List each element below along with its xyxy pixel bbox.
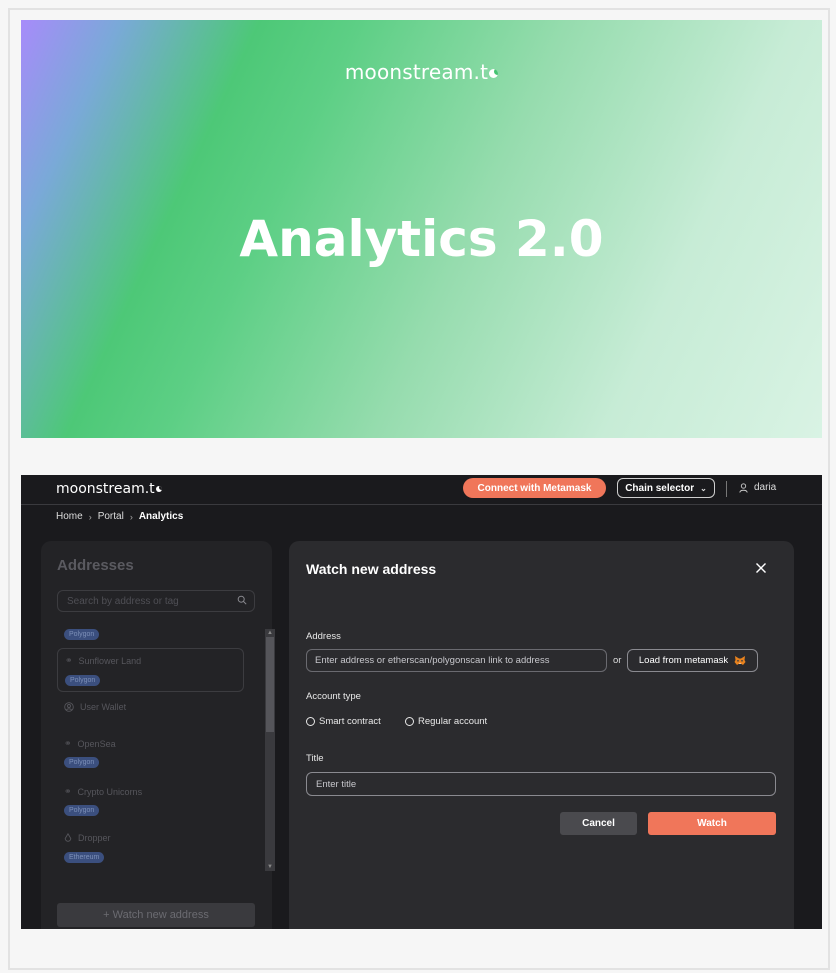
list-item[interactable]: ⚭ OpenSea Polygon bbox=[57, 735, 244, 775]
breadcrumb: Home › Portal › Analytics bbox=[56, 511, 183, 522]
hero-logo-text: moonstream.t bbox=[344, 60, 489, 84]
close-icon[interactable] bbox=[755, 562, 767, 574]
app-logo-text: moonstream.t bbox=[56, 481, 155, 497]
list-item[interactable]: Polygon bbox=[57, 629, 244, 643]
user-menu[interactable]: daria bbox=[739, 482, 776, 493]
regular-account-radio[interactable]: Regular account bbox=[405, 716, 487, 727]
list-scrollbar[interactable]: ▲ ▼ bbox=[265, 629, 275, 871]
logo-moon-icon bbox=[155, 486, 162, 492]
link-icon: ⚭ bbox=[64, 786, 72, 796]
list-item[interactable]: User Wallet bbox=[57, 699, 244, 729]
chain-tag: Polygon bbox=[65, 675, 101, 686]
connect-metamask-button[interactable]: Connect with Metamask bbox=[463, 478, 606, 498]
hero-banner: moonstream.t Analytics 2.0 bbox=[21, 20, 822, 438]
address-input[interactable] bbox=[306, 649, 607, 672]
or-text: or bbox=[613, 655, 622, 666]
regular-account-label: Regular account bbox=[418, 716, 488, 727]
address-label: Address bbox=[306, 631, 341, 642]
hero-title: Analytics 2.0 bbox=[239, 210, 604, 268]
top-navbar: moonstream.t Connect with Metamask Chain… bbox=[21, 475, 822, 505]
chain-tag: Polygon bbox=[64, 805, 100, 816]
link-icon: ⚭ bbox=[64, 738, 72, 748]
app-logo[interactable]: moonstream.t bbox=[56, 481, 162, 497]
load-from-metamask-button[interactable]: Load from metamask bbox=[627, 649, 758, 672]
breadcrumb-portal[interactable]: Portal bbox=[98, 511, 124, 522]
chain-tag: Ethereum bbox=[64, 852, 105, 863]
modal-title: Watch new address bbox=[306, 561, 437, 577]
app-window: moonstream.t Connect with Metamask Chain… bbox=[21, 475, 822, 929]
drop-icon bbox=[64, 833, 72, 842]
scroll-down-icon[interactable]: ▼ bbox=[265, 863, 275, 871]
list-item[interactable]: Dropper Ethereum bbox=[57, 830, 244, 870]
scroll-thumb[interactable] bbox=[266, 637, 274, 732]
search-icon bbox=[237, 595, 247, 605]
item-name: Crypto Unicorns bbox=[77, 786, 143, 797]
chevron-right-icon: › bbox=[88, 511, 92, 522]
chain-tag: Polygon bbox=[64, 757, 100, 768]
user-icon bbox=[739, 482, 748, 493]
radio-circle[interactable] bbox=[306, 717, 315, 726]
user-circle-icon bbox=[64, 702, 74, 712]
breadcrumb-analytics: Analytics bbox=[138, 511, 184, 522]
logo-moon-icon bbox=[489, 69, 499, 78]
watch-button[interactable]: Watch bbox=[648, 812, 776, 835]
link-icon: ⚭ bbox=[65, 655, 73, 665]
list-item[interactable]: ⚭ Crypto Unicorns Polygon bbox=[57, 783, 244, 823]
watch-new-address-button[interactable]: + Watch new address bbox=[57, 903, 255, 927]
hero-logo: moonstream.t bbox=[21, 60, 822, 84]
item-name: Dropper bbox=[78, 833, 111, 843]
list-item[interactable]: ⚭ Sunflower Land Polygon bbox=[57, 648, 244, 692]
smart-contract-label: Smart contract bbox=[319, 716, 381, 727]
item-name: Sunflower Land bbox=[78, 655, 142, 666]
address-list: Polygon ⚭ Sunflower Land Polygon User Wa… bbox=[57, 629, 257, 871]
cancel-button[interactable]: Cancel bbox=[560, 812, 637, 835]
chevron-down-icon: ⌄ bbox=[700, 483, 707, 493]
username: daria bbox=[754, 482, 777, 493]
metamask-fox-icon bbox=[734, 656, 746, 665]
scroll-up-icon[interactable]: ▲ bbox=[265, 629, 275, 637]
item-name: User Wallet bbox=[80, 702, 127, 712]
breadcrumb-home[interactable]: Home bbox=[56, 511, 83, 522]
search-input[interactable] bbox=[57, 590, 255, 612]
item-name: OpenSea bbox=[77, 738, 116, 749]
chain-selector-button[interactable]: Chain selector ⌄ bbox=[617, 478, 715, 498]
title-label: Title bbox=[306, 753, 324, 764]
addresses-sidebar: Addresses Polygon ⚭ Sunflower Land Polyg… bbox=[41, 541, 275, 929]
chain-selector-label: Chain selector bbox=[625, 482, 695, 494]
load-from-metamask-label: Load from metamask bbox=[638, 655, 729, 666]
title-input[interactable] bbox=[306, 772, 776, 796]
watch-new-address-modal: Watch new address Address or Load from m… bbox=[289, 541, 794, 929]
chevron-right-icon: › bbox=[129, 511, 133, 522]
sidebar-title: Addresses bbox=[57, 557, 134, 574]
divider bbox=[726, 481, 727, 497]
chain-tag: Polygon bbox=[64, 629, 100, 640]
account-type-label: Account type bbox=[306, 691, 361, 702]
smart-contract-radio[interactable]: Smart contract bbox=[306, 716, 381, 727]
radio-circle[interactable] bbox=[405, 717, 414, 726]
